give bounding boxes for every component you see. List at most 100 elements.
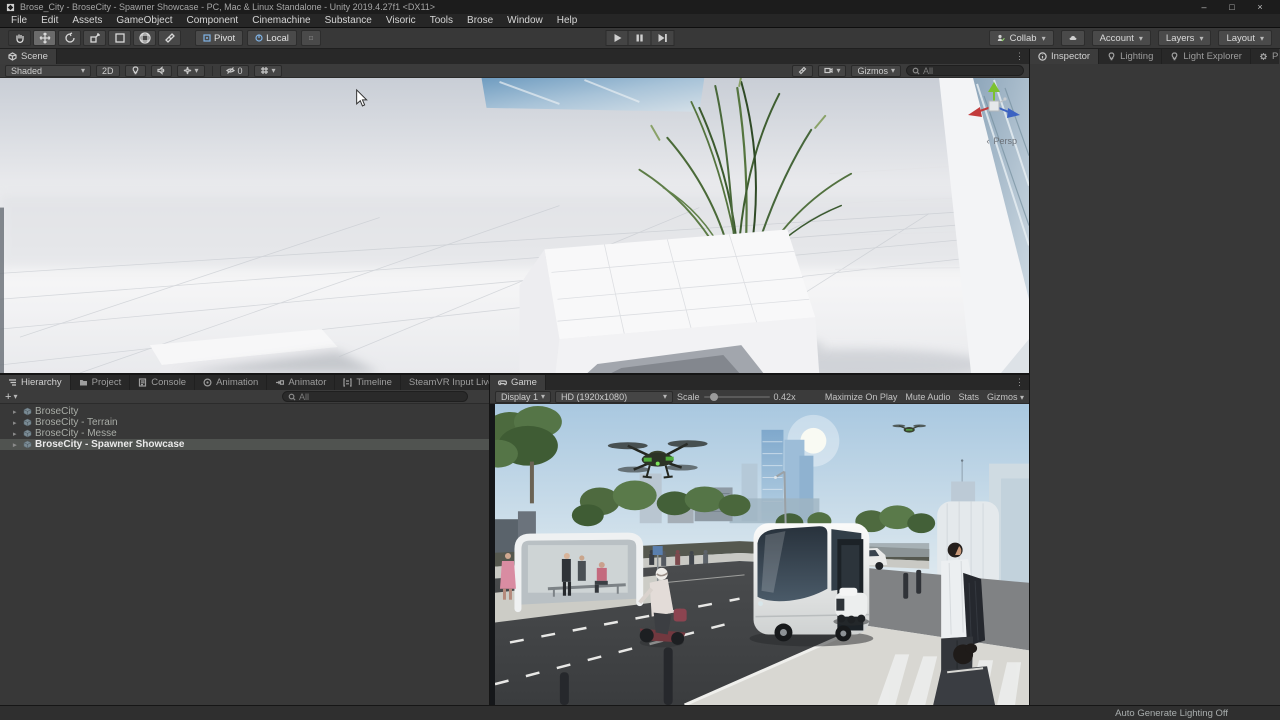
tab-scene[interactable]: Scene bbox=[0, 49, 57, 64]
menu-item[interactable]: Cinemachine bbox=[245, 14, 317, 28]
expander-icon[interactable]: ▸ bbox=[13, 419, 20, 427]
menu-item[interactable]: Assets bbox=[65, 14, 109, 28]
tab-hierarchy[interactable]: Hierarchy bbox=[0, 375, 71, 390]
2d-toggle[interactable]: 2D bbox=[96, 65, 120, 77]
transform-icon bbox=[139, 32, 151, 44]
menu-item[interactable]: Substance bbox=[318, 14, 379, 28]
gameobject-cube-icon bbox=[23, 407, 32, 416]
menu-item[interactable]: Edit bbox=[34, 14, 65, 28]
mute-audio-toggle[interactable]: Mute Audio bbox=[905, 392, 950, 402]
dropdown-arrow-icon: ▾ bbox=[1020, 393, 1024, 402]
layers-dropdown[interactable]: Layers▾ bbox=[1158, 30, 1212, 46]
animator-tab-icon bbox=[275, 378, 284, 387]
tab-animator[interactable]: Animator bbox=[267, 375, 335, 390]
minimize-button[interactable]: – bbox=[1190, 0, 1218, 14]
scene-grid-dropdown[interactable]: ▾ bbox=[254, 65, 282, 77]
tab-timeline[interactable]: Timeline bbox=[335, 375, 401, 390]
dropdown-arrow-icon: ▾ bbox=[891, 66, 895, 75]
rect-tool-button[interactable] bbox=[108, 30, 131, 46]
scene-effects-dropdown[interactable]: ▾ bbox=[177, 65, 205, 77]
expander-icon[interactable]: ▸ bbox=[13, 430, 20, 438]
dropdown-arrow-icon: ▾ bbox=[1139, 34, 1143, 43]
maximize-on-play-toggle[interactable]: Maximize On Play bbox=[825, 392, 898, 402]
hierarchy-toolbar: +▾ bbox=[0, 390, 489, 404]
scene-camera-dropdown[interactable]: ▾ bbox=[818, 65, 846, 77]
menu-item[interactable]: Help bbox=[550, 14, 585, 28]
cloud-button[interactable] bbox=[1061, 30, 1085, 46]
stats-toggle[interactable]: Stats bbox=[958, 392, 979, 402]
pause-button[interactable] bbox=[629, 30, 652, 46]
expander-icon[interactable]: ▸ bbox=[13, 408, 20, 416]
scale-slider-knob[interactable] bbox=[710, 393, 718, 401]
menu-item[interactable]: Window bbox=[500, 14, 550, 28]
account-dropdown[interactable]: Account▾ bbox=[1092, 30, 1151, 46]
scene-audio-toggle[interactable] bbox=[151, 65, 172, 77]
hierarchy-search[interactable] bbox=[282, 391, 468, 402]
hierarchy-search-input[interactable] bbox=[299, 392, 462, 402]
game-panel-menu-icon[interactable]: ⋮ bbox=[1015, 377, 1024, 388]
custom-tool-button[interactable] bbox=[158, 30, 181, 46]
display-dropdown[interactable]: Display 1▾ bbox=[495, 391, 551, 403]
game-viewport[interactable] bbox=[490, 404, 1029, 705]
grid-snap-toggle[interactable] bbox=[301, 30, 321, 46]
scene-viewport[interactable]: ‹ Persp bbox=[0, 78, 1029, 373]
pivot-toggle[interactable]: Pivot bbox=[195, 30, 243, 46]
scale-value: 0.42x bbox=[774, 392, 796, 402]
tab-project[interactable]: Project bbox=[71, 375, 131, 390]
menu-item[interactable]: Tools bbox=[423, 14, 460, 28]
scene-search-input[interactable] bbox=[923, 66, 1018, 76]
hierarchy-row[interactable]: ▸ BroseCity bbox=[0, 406, 489, 417]
tab-inspector[interactable]: Inspector bbox=[1030, 49, 1099, 64]
camera-projection-label[interactable]: ‹ Persp bbox=[986, 136, 1017, 146]
scene-panel-menu-icon[interactable]: ⋮ bbox=[1015, 51, 1024, 62]
local-icon bbox=[255, 34, 263, 42]
scale-slider[interactable] bbox=[704, 396, 770, 398]
unity-logo-icon bbox=[6, 3, 15, 12]
menu-item[interactable]: File bbox=[4, 14, 34, 28]
tab-lighting[interactable]: Lighting bbox=[1099, 49, 1162, 64]
tab-light-explorer[interactable]: Light Explorer bbox=[1162, 49, 1251, 64]
resolution-dropdown[interactable]: HD (1920x1080)▾ bbox=[555, 391, 673, 403]
gear-icon bbox=[1259, 52, 1268, 61]
menu-item[interactable]: Component bbox=[180, 14, 246, 28]
hierarchy-row[interactable]: ▸ BroseCity - Terrain bbox=[0, 417, 489, 428]
scene-tools-button[interactable] bbox=[792, 65, 813, 77]
hidden-objects-toggle[interactable]: 0 bbox=[220, 65, 249, 77]
play-button[interactable] bbox=[606, 30, 629, 46]
auto-generate-lighting-status[interactable]: Auto Generate Lighting Off bbox=[1115, 708, 1228, 719]
scene-gizmos-dropdown[interactable]: Gizmos▾ bbox=[851, 65, 901, 77]
local-toggle[interactable]: Local bbox=[247, 30, 297, 46]
hierarchy-row[interactable]: ▸ BroseCity - Spawner Showcase bbox=[0, 439, 489, 450]
close-button[interactable]: × bbox=[1246, 0, 1274, 14]
create-object-button[interactable]: +▾ bbox=[5, 391, 17, 403]
game-gizmos-dropdown[interactable]: Gizmos ▾ bbox=[987, 392, 1024, 402]
hierarchy-row[interactable]: ▸ BroseCity - Messe bbox=[0, 428, 489, 439]
tab-game[interactable]: Game bbox=[490, 375, 546, 390]
rotate-tool-button[interactable] bbox=[58, 30, 81, 46]
move-tool-button[interactable] bbox=[33, 30, 56, 46]
tab-steamvr-input[interactable]: SteamVR Input Live Vi▸ bbox=[401, 375, 489, 390]
menu-item[interactable]: Visoric bbox=[379, 14, 423, 28]
gameobject-cube-icon bbox=[23, 440, 32, 449]
hierarchy-item-label: BroseCity - Messe bbox=[35, 428, 117, 439]
scene-search[interactable] bbox=[906, 65, 1024, 76]
menu-item[interactable]: GameObject bbox=[109, 14, 179, 28]
eye-hidden-icon bbox=[226, 66, 235, 75]
tab-project-settings[interactable]: Pr▸ bbox=[1251, 49, 1279, 64]
shading-mode-dropdown[interactable]: Shaded▾ bbox=[5, 65, 91, 77]
lightbulb-icon bbox=[1170, 52, 1179, 61]
step-button[interactable] bbox=[652, 30, 675, 46]
scene-orientation-gizmo[interactable] bbox=[963, 80, 1025, 134]
scene-lighting-toggle[interactable] bbox=[125, 65, 146, 77]
scale-tool-button[interactable] bbox=[83, 30, 106, 46]
layout-dropdown[interactable]: Layout▾ bbox=[1218, 30, 1272, 46]
menu-item[interactable]: Brose bbox=[460, 14, 500, 28]
hand-tool-button[interactable] bbox=[8, 30, 31, 46]
scene-tab-icon bbox=[8, 52, 17, 61]
tab-animation[interactable]: Animation bbox=[195, 375, 267, 390]
tab-console[interactable]: Console bbox=[130, 375, 195, 390]
expander-icon[interactable]: ▸ bbox=[13, 441, 20, 449]
collab-dropdown[interactable]: Collab▾ bbox=[989, 30, 1054, 46]
maximize-button[interactable]: □ bbox=[1218, 0, 1246, 14]
transform-tool-button[interactable] bbox=[133, 30, 156, 46]
